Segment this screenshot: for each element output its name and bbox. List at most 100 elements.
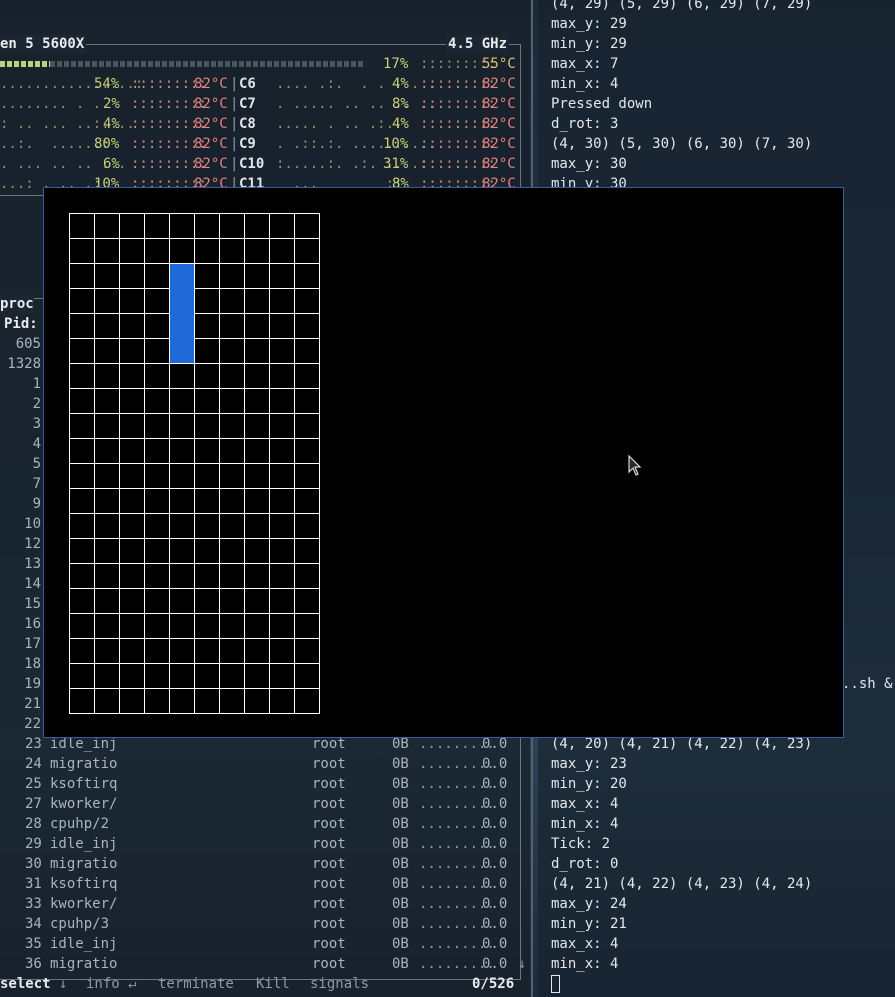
- board-cell: [94, 213, 120, 239]
- table-row[interactable]: 33 kworker/root 0B......... 0.0: [0, 894, 520, 914]
- process-name: ksoftirq: [50, 876, 118, 892]
- board-cell: [269, 488, 295, 514]
- process-mem: 0B: [392, 856, 409, 872]
- board-cell: [244, 538, 270, 564]
- board-cell: [294, 613, 320, 639]
- pid-column-header[interactable]: Pid:: [4, 314, 38, 334]
- core-graph-right: ..... . .. .:..: [276, 116, 403, 132]
- board-cell: [194, 213, 220, 239]
- board-cell: [169, 663, 195, 689]
- pid-cell: 18: [24, 656, 41, 672]
- board-cell: [94, 513, 120, 539]
- core-id: C8: [239, 116, 256, 132]
- board-cell: [244, 638, 270, 664]
- footer-kill[interactable]: Kill: [256, 974, 290, 994]
- table-row[interactable]: 35 idle_inj root 0B......... 0.0: [0, 934, 520, 954]
- terminal-line: max_x: 4: [551, 936, 619, 952]
- table-row[interactable]: 30 migratio root 0B......... 0.0: [0, 854, 520, 874]
- board-cell: [119, 563, 145, 589]
- terminal-line: min_x: 4: [551, 816, 619, 832]
- board-cell: [269, 288, 295, 314]
- footer-terminate[interactable]: terminate: [158, 974, 234, 994]
- board-cell: [144, 363, 170, 389]
- board-cell: [119, 263, 145, 289]
- board-cell: [219, 463, 245, 489]
- proc-label: proc: [0, 294, 34, 314]
- pid-cell: 5: [32, 456, 41, 472]
- board-cell: [94, 313, 120, 339]
- board-cell: [69, 363, 95, 389]
- board-cell: [269, 663, 295, 689]
- board-cell: [269, 238, 295, 264]
- board-cell: [269, 363, 295, 389]
- board-cell: [69, 388, 95, 414]
- footer-select[interactable]: select ↓: [0, 974, 67, 994]
- core-temp-right: 82°C: [482, 156, 516, 172]
- core-separator: |: [230, 136, 239, 152]
- table-row[interactable]: 25 ksoftirq root 0B......... 0.0: [0, 774, 520, 794]
- board-cell: [219, 338, 245, 364]
- board-cell: [144, 588, 170, 614]
- board-cell: [244, 563, 270, 589]
- table-row[interactable]: 27 kworker/root 0B......... 0.0: [0, 794, 520, 814]
- terminal-line: min_y: 21: [551, 916, 627, 932]
- board-cell: [219, 313, 245, 339]
- board-cell: [119, 688, 145, 714]
- core-temp-left: 82°C: [194, 116, 228, 132]
- core-graph-right: . .::.:. ..........: [276, 136, 437, 152]
- pid-cell: 13: [24, 556, 41, 572]
- board-cell: [244, 313, 270, 339]
- terminal-line: min_y: 29: [551, 36, 627, 52]
- core-id: C9: [239, 136, 256, 152]
- footer-signals[interactable]: signals: [310, 974, 369, 994]
- process-name: kworker/: [50, 896, 118, 912]
- board-cell: [194, 563, 220, 589]
- board-cell: [94, 288, 120, 314]
- pid-cell: 28: [25, 816, 42, 832]
- table-row[interactable]: 24 migratio root 0B......... 0.0: [0, 754, 520, 774]
- tetris-game-window[interactable]: [43, 187, 844, 738]
- scroll-down-icon[interactable]: ↓: [518, 954, 526, 974]
- board-cell: [194, 588, 220, 614]
- down-arrow-icon: ↓: [50, 976, 68, 992]
- table-row[interactable]: 31 ksoftirq root 0B......... 0.0: [0, 874, 520, 894]
- board-cell: [294, 513, 320, 539]
- board-cell: [294, 563, 320, 589]
- terminal-line: max_y: 23: [551, 756, 627, 772]
- process-mem: 0B: [392, 896, 409, 912]
- pid-cell: 36: [25, 956, 42, 972]
- terminal-line: d_rot: 3: [551, 116, 619, 132]
- board-cell: [219, 638, 245, 664]
- table-row[interactable]: 29 idle_inj root 0B......... 0.0: [0, 834, 520, 854]
- board-cell: [119, 338, 145, 364]
- footer-info[interactable]: info ↵: [86, 974, 137, 994]
- pid-cell: 3: [32, 416, 41, 432]
- core-temp-left: 82°C: [194, 156, 228, 172]
- board-cell: [94, 563, 120, 589]
- pid-cell: 605: [15, 336, 41, 352]
- board-cell: [244, 688, 270, 714]
- board-cell: [219, 288, 245, 314]
- board-cell: [244, 613, 270, 639]
- table-row[interactable]: 28 cpuhp/2 root 0B......... 0.0: [0, 814, 520, 834]
- tetris-board[interactable]: [69, 213, 320, 714]
- board-cell: [244, 588, 270, 614]
- board-cell: [119, 438, 145, 464]
- board-cell: [94, 588, 120, 614]
- table-row[interactable]: 34 cpuhp/3 root 0B......... 0.0: [0, 914, 520, 934]
- core-id: C10: [239, 156, 265, 172]
- pid-cell: 2: [32, 396, 41, 412]
- board-cell: [244, 488, 270, 514]
- board-cell: [94, 238, 120, 264]
- core-percent-right: 10%: [383, 136, 409, 152]
- process-cpu: 0.0: [482, 876, 508, 892]
- pid-cell: 33: [25, 896, 42, 912]
- board-cell: [244, 363, 270, 389]
- table-row[interactable]: 36 migratio root 0B......... 0.0: [0, 954, 520, 974]
- pid-cell: 7: [32, 476, 41, 492]
- board-cell: [169, 688, 195, 714]
- process-name: migratio: [50, 956, 118, 972]
- process-cpu: 0.0: [482, 836, 508, 852]
- board-cell: [94, 388, 120, 414]
- process-user: root: [312, 756, 346, 772]
